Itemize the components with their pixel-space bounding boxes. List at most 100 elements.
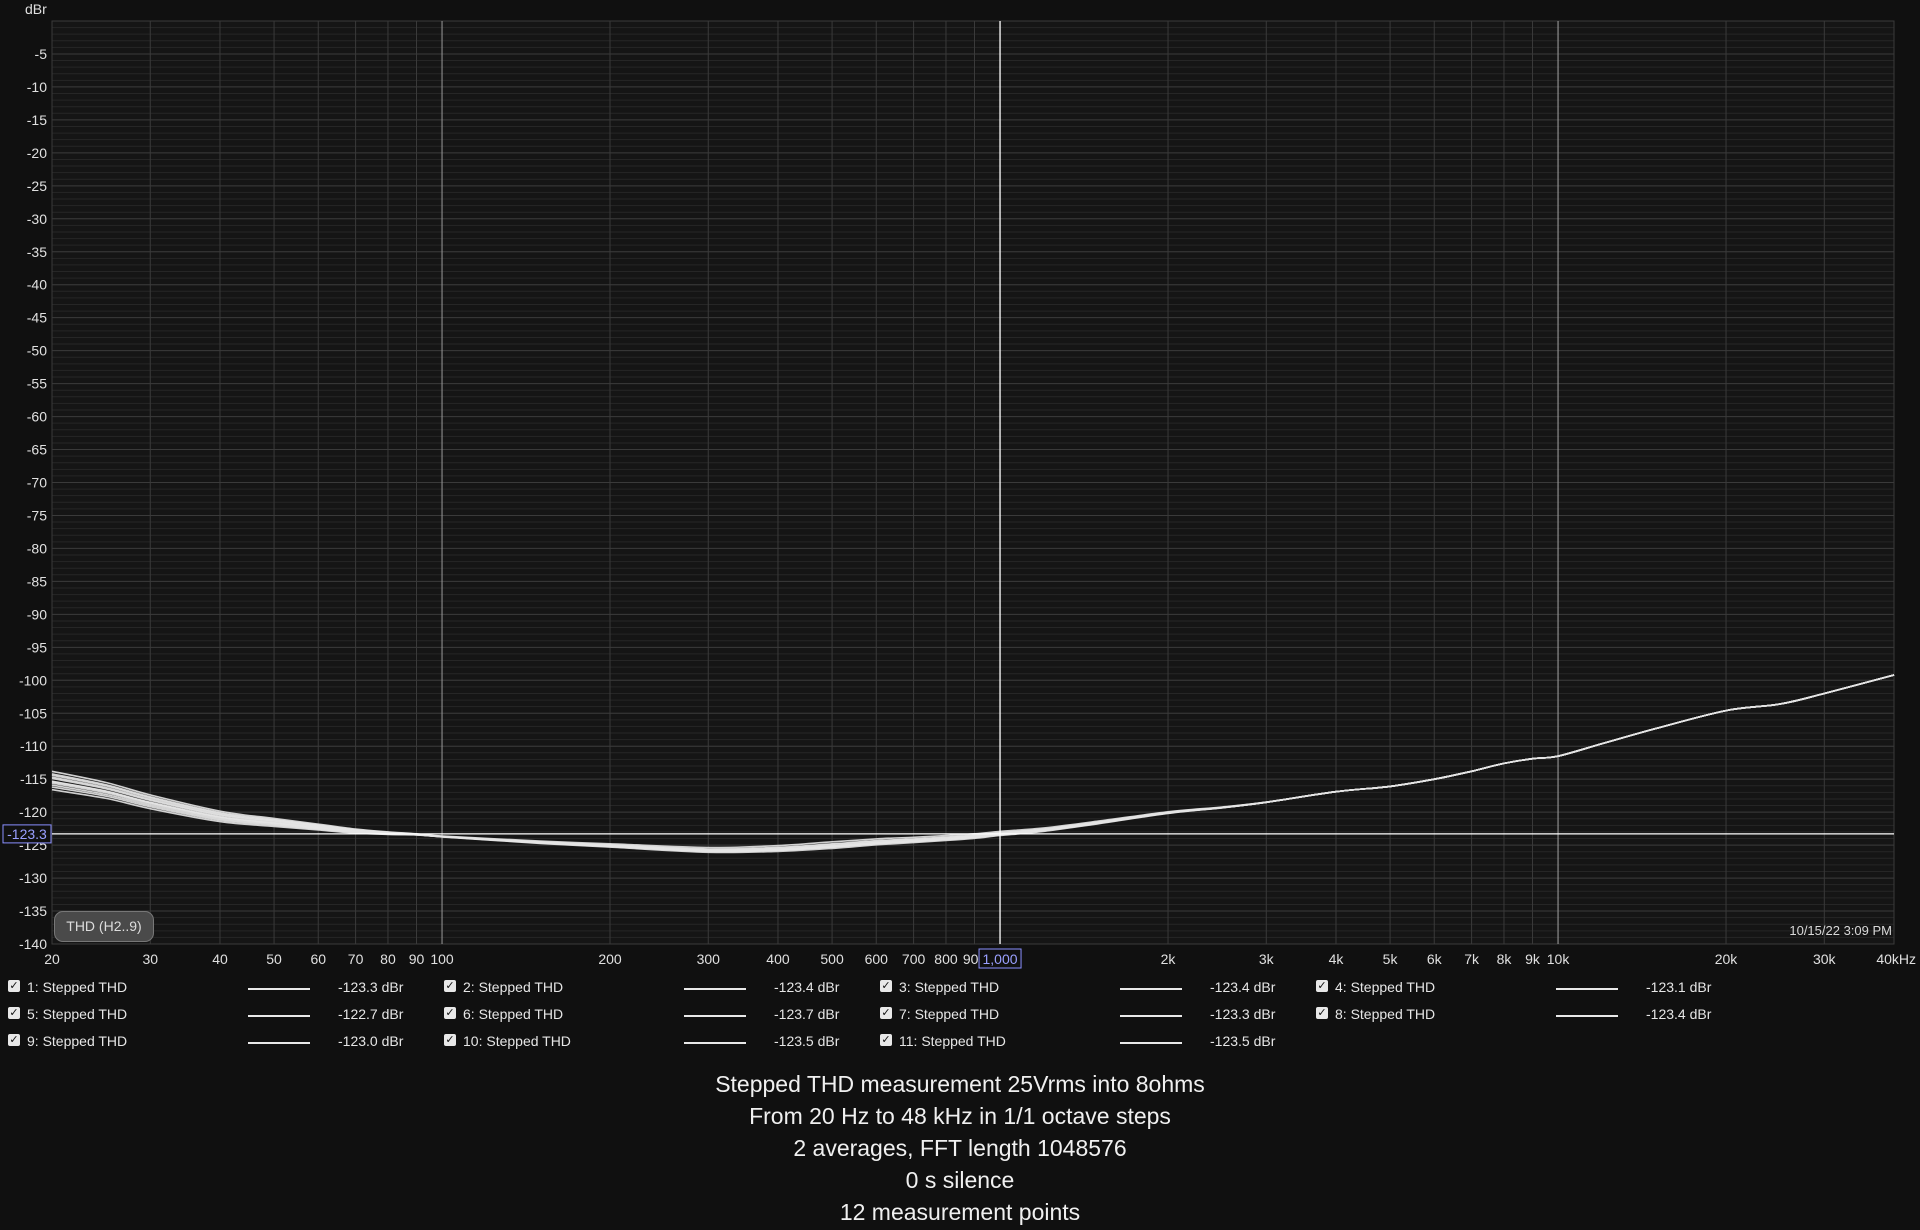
checkbox-checked-icon[interactable]: ✓ xyxy=(444,980,456,992)
x-tick-label: 700 xyxy=(902,951,926,967)
x-tick-label: 600 xyxy=(865,951,889,967)
checkbox-checked-icon[interactable]: ✓ xyxy=(444,1007,456,1019)
x-tick-label: 100 xyxy=(430,951,454,967)
x-tick-label: 40 xyxy=(212,951,228,967)
checkbox-checked-icon[interactable]: ✓ xyxy=(1316,980,1328,992)
legend-item[interactable]: ✓ 2: Stepped THD -123.4 dBr xyxy=(436,978,872,998)
checkbox-checked-icon[interactable]: ✓ xyxy=(8,1007,20,1019)
y-tick-label: -140 xyxy=(19,936,47,952)
x-tick-label: 10k xyxy=(1547,951,1571,967)
legend-series-name: 8: Stepped THD xyxy=(1335,1006,1436,1022)
legend-item[interactable]: ✓ 4: Stepped THD -123.1 dBr xyxy=(1308,978,1744,998)
cursor-y-readout: -123.3 xyxy=(7,826,47,842)
legend-line-swatch xyxy=(684,1042,746,1044)
legend-line-swatch xyxy=(1556,1015,1618,1017)
x-tick-label: 5k xyxy=(1383,951,1399,967)
timestamp: 10/15/22 3:09 PM xyxy=(1789,923,1892,938)
legend-series-value: -123.3 dBr xyxy=(1210,1006,1276,1022)
legend-series-value: -122.7 dBr xyxy=(338,1006,404,1022)
checkbox-checked-icon[interactable]: ✓ xyxy=(8,1034,20,1046)
legend-series-name: 2: Stepped THD xyxy=(463,979,564,995)
legend-series-value: -123.5 dBr xyxy=(774,1033,840,1049)
x-tick-label: 6k xyxy=(1427,951,1443,967)
y-tick-label: -90 xyxy=(27,606,47,622)
legend-series-name: 7: Stepped THD xyxy=(899,1006,1000,1022)
y-tick-label: -100 xyxy=(19,672,47,688)
y-tick-label: -75 xyxy=(27,507,47,523)
y-axis-ticks: -5 -10 -15 -20 -25 -30 -35 -40 -45 -50 -55 -60 -65 -7… xyxy=(19,46,47,952)
legend-series-name: 10: Stepped THD xyxy=(463,1033,571,1049)
measurement-description: Stepped THD measurement 25Vrms into 8ohm… xyxy=(0,1068,1920,1228)
y-tick-label: -130 xyxy=(19,870,47,886)
legend-series-name: 11: Stepped THD xyxy=(899,1033,1006,1049)
legend-item[interactable]: ✓ 11: Stepped THD -123.5 dBr xyxy=(872,1032,1308,1052)
legend-line-swatch xyxy=(684,1015,746,1017)
x-tick-label: 400 xyxy=(766,951,790,967)
legend-item[interactable]: ✓ 7: Stepped THD -123.3 dBr xyxy=(872,1005,1308,1025)
legend-series-name: 9: Stepped THD xyxy=(27,1033,128,1049)
checkbox-checked-icon[interactable]: ✓ xyxy=(880,980,892,992)
x-tick-label: 3k xyxy=(1259,951,1275,967)
legend-series-name: 4: Stepped THD xyxy=(1335,979,1436,995)
legend-series-value: -123.4 dBr xyxy=(774,979,840,995)
checkbox-checked-icon[interactable]: ✓ xyxy=(880,1007,892,1019)
legend-series-name: 3: Stepped THD xyxy=(899,979,1000,995)
y-tick-label: -110 xyxy=(20,738,47,754)
legend-item[interactable]: ✓ 5: Stepped THD -122.7 dBr xyxy=(0,1005,436,1025)
x-tick-label: 30k xyxy=(1813,951,1837,967)
x-tick-label: 9k xyxy=(1525,951,1541,967)
y-tick-label: -50 xyxy=(27,343,47,359)
legend-item[interactable]: ✓ 9: Stepped THD -123.0 dBr xyxy=(0,1032,436,1052)
legend-line-swatch xyxy=(248,988,310,990)
legend-item[interactable]: ✓ 8: Stepped THD -123.4 dBr xyxy=(1308,1005,1744,1025)
legend-item[interactable]: ✓ 1: Stepped THD -123.3 dBr xyxy=(0,978,436,998)
legend-line-swatch xyxy=(1120,1015,1182,1017)
checkbox-checked-icon[interactable]: ✓ xyxy=(880,1034,892,1046)
legend-series-name: 1: Stepped THD xyxy=(27,979,128,995)
legend-series-value: -123.4 dBr xyxy=(1210,979,1276,995)
cursor-x-readout: 1,000 xyxy=(983,951,1018,967)
checkbox-checked-icon[interactable]: ✓ xyxy=(8,980,20,992)
y-tick-label: -40 xyxy=(27,277,47,293)
y-tick-label: -95 xyxy=(27,639,47,655)
x-tick-label: 500 xyxy=(820,951,844,967)
x-tick-label: 4k xyxy=(1329,951,1345,967)
x-tick-label: 70 xyxy=(348,951,364,967)
x-tick-label: 20k xyxy=(1715,951,1739,967)
legend-item[interactable]: ✓ 10: Stepped THD -123.5 dBr xyxy=(436,1032,872,1052)
legend-item[interactable]: ✓ 6: Stepped THD -123.7 dBr xyxy=(436,1005,872,1025)
y-tick-label: -15 xyxy=(27,112,47,128)
x-tick-label: 20 xyxy=(44,951,60,967)
checkbox-checked-icon[interactable]: ✓ xyxy=(444,1034,456,1046)
legend-series-value: -123.0 dBr xyxy=(338,1033,404,1049)
legend-series-value: -123.4 dBr xyxy=(1646,1006,1712,1022)
legend-item[interactable]: ✓ 3: Stepped THD -123.4 dBr xyxy=(872,978,1308,998)
description-line: 0 s silence xyxy=(905,1167,1015,1193)
legend-line-swatch xyxy=(684,988,746,990)
y-tick-label: -135 xyxy=(19,903,47,919)
x-tick-label: 90 xyxy=(409,951,425,967)
description-line: 2 averages, FFT length 1048576 xyxy=(793,1135,1127,1161)
y-tick-label: -85 xyxy=(27,573,47,589)
x-tick-label: 80 xyxy=(380,951,396,967)
thd-plot[interactable]: -5 -10 -15 -20 -25 -30 -35 -40 -45 -50 -55 -60 -65 -7… xyxy=(0,0,1920,975)
y-tick-label: -45 xyxy=(27,310,47,326)
thd-measurement-badge[interactable]: THD (H2..9) xyxy=(54,911,154,942)
y-tick-label: -120 xyxy=(19,804,47,820)
legend-series-value: -123.7 dBr xyxy=(774,1006,840,1022)
checkbox-checked-icon[interactable]: ✓ xyxy=(1316,1007,1328,1019)
description-line: Stepped THD measurement 25Vrms into 8ohm… xyxy=(715,1071,1205,1097)
legend-series-name: 5: Stepped THD xyxy=(27,1006,128,1022)
legend-line-swatch xyxy=(1120,1042,1182,1044)
y-tick-label: -20 xyxy=(27,145,47,161)
legend-line-swatch xyxy=(248,1042,310,1044)
x-tick-label: 30 xyxy=(142,951,158,967)
y-axis-unit: dBr xyxy=(25,1,47,17)
x-tick-label: 2k xyxy=(1161,951,1177,967)
legend-line-swatch xyxy=(1556,988,1618,990)
legend-series-value: -123.5 dBr xyxy=(1210,1033,1276,1049)
y-tick-label: -5 xyxy=(35,46,48,62)
y-tick-label: -10 xyxy=(27,79,47,95)
legend-series-value: -123.3 dBr xyxy=(338,979,404,995)
x-tick-label: 8k xyxy=(1497,951,1513,967)
